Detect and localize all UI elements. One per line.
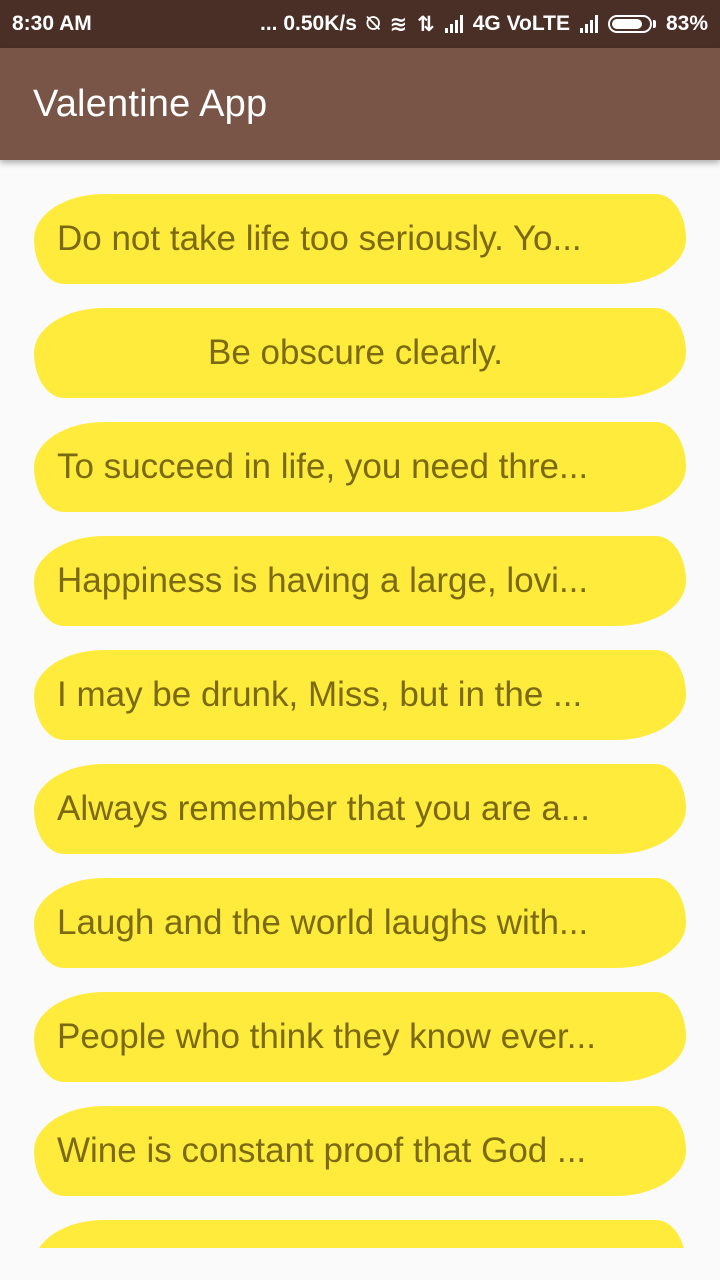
list-item[interactable]: Always remember that you are a... <box>34 764 686 854</box>
quote-text: Do not take life too seriously. Yo... <box>57 219 582 258</box>
list-item[interactable]: Happiness is having a large, lovi... <box>34 536 686 626</box>
list-item[interactable] <box>34 1220 686 1248</box>
quote-text: People who think they know ever... <box>57 1017 596 1056</box>
list-item[interactable]: Laugh and the world laughs with... <box>34 878 686 968</box>
list-item[interactable]: People who think they know ever... <box>34 992 686 1082</box>
signal-strength-icon-2 <box>579 15 598 33</box>
quote-text: I may be drunk, Miss, but in the ... <box>57 675 583 714</box>
status-icons: ... 0.50K/s ⍉ ≋ ⇅ 4G VoLTE 83% <box>260 12 708 37</box>
list-item[interactable]: Do not take life too seriously. Yo... <box>34 194 686 284</box>
quote-text: Laugh and the world laughs with... <box>57 903 589 942</box>
wifi-icon: ≋ <box>389 12 408 36</box>
quote-text: Be obscure clearly. <box>207 333 504 372</box>
status-time: 8:30 AM <box>12 12 92 35</box>
quote-text: Always remember that you are a... <box>57 789 590 828</box>
list-item[interactable]: Wine is constant proof that God ... <box>34 1106 686 1196</box>
network-speed: ... 0.50K/s <box>260 12 357 35</box>
signal-strength-icon <box>444 15 463 33</box>
battery-icon <box>607 15 656 33</box>
status-bar: 8:30 AM ... 0.50K/s ⍉ ≋ ⇅ 4G VoLTE 83% <box>0 0 720 48</box>
quote-text: To succeed in life, you need thre... <box>57 447 589 486</box>
quote-text: Wine is constant proof that God ... <box>57 1131 587 1170</box>
network-type: 4G VoLTE <box>472 12 570 35</box>
alarm-off-icon: ⍉ <box>366 12 380 35</box>
quote-text: Happiness is having a large, lovi... <box>57 561 589 600</box>
data-transfer-icon: ⇅ <box>417 12 435 36</box>
quote-list[interactable]: Do not take life too seriously. Yo... Be… <box>0 160 720 1248</box>
app-bar: Valentine App <box>0 48 720 160</box>
battery-percent: 83% <box>665 12 708 35</box>
app-title: Valentine App <box>33 82 268 125</box>
list-item[interactable]: Be obscure clearly. <box>34 308 686 398</box>
list-item[interactable]: To succeed in life, you need thre... <box>34 422 686 512</box>
list-item[interactable]: I may be drunk, Miss, but in the ... <box>34 650 686 740</box>
